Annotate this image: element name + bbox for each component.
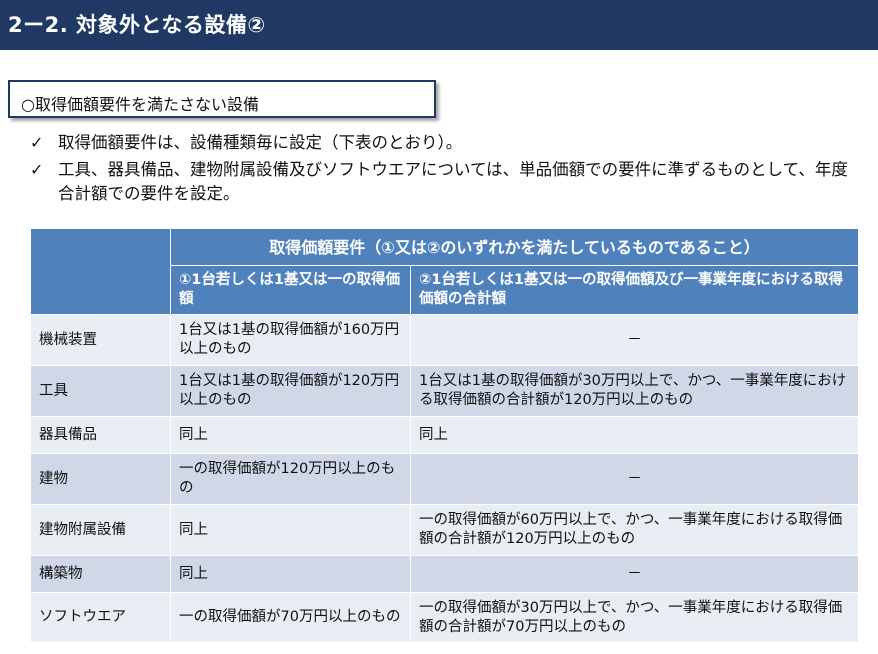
requirement-2: 一の取得価額が30万円以上で、かつ、一事業年度における取得価額の合計額が70万円… [410,592,859,643]
table-row: 建物 一の取得価額が120万円以上のもの － [30,453,859,505]
table-row: 機械装置 1台又は1基の取得価額が160万円以上のもの － [30,314,859,366]
requirement-2: 1台又は1基の取得価額が30万円以上で、かつ、一事業年度における取得価額の合計額… [410,365,859,417]
check-icon: ✓ [30,133,44,152]
bullet-list: ✓ 取得価額要件は、設備種類毎に設定（下表のとおり）。 ✓ 工具、器具備品、建物… [30,131,860,209]
equipment-name: 工具 [30,365,171,417]
table-row: 工具 1台又は1基の取得価額が120万円以上のもの 1台又は1基の取得価額が30… [30,365,859,417]
bullet-item: ✓ 工具、器具備品、建物附属設備及びソフトウエアについては、単品価額での要件に準… [30,158,860,206]
column-header-1: ①1台若しくは1基又は一の取得価額 [170,265,411,315]
requirement-2: － [410,314,859,366]
equipment-name: 建物 [30,453,171,505]
column-header-2: ②1台若しくは1基又は一の取得価額及び一事業年度における取得価額の合計額 [410,265,859,315]
table-row: 構築物 同上 － [30,555,859,593]
requirements-table: 取得価額要件（①又は②のいずれかを満たしているものであること） ①1台若しくは1… [30,228,859,643]
table-corner-cell [30,228,171,315]
requirement-2: － [410,555,859,593]
table-row: 建物附属設備 同上 一の取得価額が60万円以上で、かつ、一事業年度における取得価… [30,504,859,556]
requirement-1: 同上 [170,504,411,556]
bullet-text: 工具、器具備品、建物附属設備及びソフトウエアについては、単品価額での要件に準ずる… [58,160,848,203]
equipment-name: 器具備品 [30,416,171,454]
requirement-1: 同上 [170,555,411,593]
table-row: ソフトウエア 一の取得価額が70万円以上のもの 一の取得価額が30万円以上で、か… [30,592,859,643]
equipment-name: 建物附属設備 [30,504,171,556]
requirement-2: － [410,453,859,505]
requirement-1: 一の取得価額が120万円以上のもの [170,453,411,505]
requirement-1: 同上 [170,416,411,454]
equipment-name: 機械装置 [30,314,171,366]
equipment-name: ソフトウエア [30,592,171,643]
table-header-main: 取得価額要件（①又は②のいずれかを満たしているものであること） [170,228,859,266]
requirement-2: 同上 [410,416,859,454]
title-bar: 2ー2. 対象外となる設備② [0,0,878,50]
bullet-text: 取得価額要件は、設備種類毎に設定（下表のとおり）。 [58,133,463,152]
requirement-1: 一の取得価額が70万円以上のもの [170,592,411,643]
table-row: 器具備品 同上 同上 [30,416,859,454]
requirement-2: 一の取得価額が60万円以上で、かつ、一事業年度における取得価額の合計額が120万… [410,504,859,556]
bullet-item: ✓ 取得価額要件は、設備種類毎に設定（下表のとおり）。 [30,131,860,155]
requirement-1: 1台又は1基の取得価額が160万円以上のもの [170,314,411,366]
equipment-name: 構築物 [30,555,171,593]
section-subtitle-box: ○取得価額要件を満たさない設備 [8,80,436,118]
page-title: 2ー2. 対象外となる設備② [8,13,266,37]
section-subtitle: ○取得価額要件を満たさない設備 [21,95,259,114]
check-icon: ✓ [30,160,44,179]
requirement-1: 1台又は1基の取得価額が120万円以上のもの [170,365,411,417]
